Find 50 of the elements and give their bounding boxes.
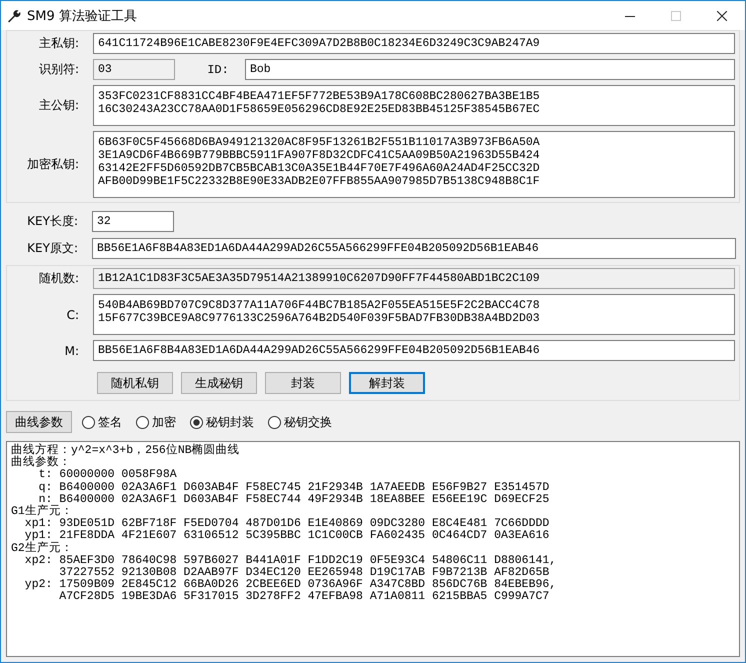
window-title: SM9 算法验证工具 — [27, 8, 137, 24]
input-field[interactable]: BB56E1A6F8B4A83ED1A6DA44A299AD26C55A566299FFE04B205092D56B1EAB46 — [92, 238, 736, 259]
radio-button[interactable] — [82, 416, 95, 428]
field-label: C: — [66, 308, 80, 322]
curve-params-button[interactable]: 曲线参数 — [6, 411, 72, 433]
field-label: ID: — [206, 62, 230, 76]
output-line: n: B6400000 02A3A6F1 D603AB4F F58EC744 49F2934B 18EA8BEE E56EE19C D69ECF25 — [38, 494, 550, 506]
output-line: G2生产元： — [11, 542, 74, 555]
text-area[interactable]: 540B4AB69BD707C9C8D377A11A706F44BC7B185A2F055EA515E5F2C2BACC4C78 15F677C39BCE9A8C9776133C2596A764B2D540F039F5BAD7FB30DB38A4BD2D03 — [93, 294, 735, 335]
output-line: 37227552 92130B08 D2AAB97F D34EC120 EE265948 D19C17AB F9B7213B AF82D65B — [58, 567, 550, 580]
field-label: 随机数: — [38, 270, 80, 287]
output-line: yp1: 21FE8DDA 4F21E607 63106512 5C395BBC 1C1C00CB FA602435 0C464CD7 0A3EA616 — [24, 530, 550, 542]
output-line: 曲线方程：y^2=x^3+b，256位NB椭圆曲线 — [11, 445, 241, 457]
radio-button[interactable] — [190, 416, 203, 428]
wrench-icon — [7, 8, 21, 22]
action-button[interactable]: 随机私钥 — [97, 372, 173, 394]
output-line: xp2: 85AEF3D0 78640C98 597B6027 B441A01F F1DD2C19 0F5E93C4 54806C11 D8806141, — [24, 554, 558, 567]
input-field[interactable]: 32 — [92, 211, 174, 232]
radio-button[interactable] — [268, 416, 281, 428]
field-label: 主公钥: — [38, 97, 80, 114]
radio-label: 秘钥交换 — [284, 414, 332, 430]
field-label: 主私钥: — [38, 35, 80, 52]
field-label: 识别符: — [38, 61, 80, 78]
input-field[interactable]: 03 — [93, 59, 175, 80]
output-line: 曲线参数： — [11, 457, 71, 470]
output-line: q: B6400000 02A3A6F1 D603AB4F F58EC745 21F2934B 1A7AEEDB E56F9B27 E351457D — [38, 482, 550, 494]
output-line: G1生产元： — [11, 506, 73, 518]
text-area[interactable]: 353FC0231CF8831CC4BF4BEA471EF5F772BE53B9A178C608BC280627BA3BE1B5 16C30243A23CC78AA0D1F58659E056296CD8E92E25ED83BB45125F38545B67EC — [93, 85, 735, 126]
text-area[interactable]: BB56E1A6F8B4A83ED1A6DA44A299AD26C55A566299FFE04B205092D56B1EAB46 — [93, 340, 735, 361]
field-label: M: — [64, 344, 80, 358]
action-button[interactable]: 解封装 — [349, 372, 425, 394]
field-label: 加密私钥: — [26, 156, 80, 173]
radio-label: 加密 — [152, 414, 176, 430]
text-area[interactable]: 6B63F0C5F45668D6BA949121320AC8F95F13261B2F551B11017A3B973FB6A50A 3E1A9CD6F4B669B779BBBC5911FA907F8D32CDFC41C5AA09B50A21963D55B424 63142E2FF5D60592DB7CB5BCAB13C0A35E1B44F70E7F496A60A24AD4F25CC32D AFB00D99BE1F5C22332B8E90E33ADB2E07FFB855AA907985D7B5138C948B8C1F — [93, 131, 735, 198]
output-text-area[interactable] — [6, 441, 740, 657]
radio-button[interactable] — [136, 416, 149, 428]
close-icon[interactable] — [717, 10, 727, 20]
radio-label: 签名 — [98, 414, 122, 430]
output-line: yp2: 17509B09 2E845C12 66BA0D26 2CBEE6ED 0736A96F A347C8BD 856DC76B 84EBEB96, — [24, 579, 558, 592]
output-line: A7CF28D5 19BE3DA6 5F317015 3D278FF2 47EFBA98 A71A0811 6215BBA5 C999A7C7 — [58, 591, 550, 604]
output-line: t: 60000000 0058F98A — [38, 469, 178, 482]
text-area[interactable]: 1B12A1C1D83F3C5AE3A35D79514A21389910C6207D90FF7F44580ABD1BC2C109 — [93, 268, 735, 289]
input-field[interactable]: 641C11724B96E1CABE8230F9E4EFC309A7D2B8B0C18234E6D3249C3C9AB247A9 — [93, 33, 735, 54]
action-button[interactable]: 封装 — [265, 372, 341, 394]
action-button[interactable]: 生成秘钥 — [181, 372, 257, 394]
output-line: xp1: 93DE051D 62BF718F F5ED0704 487D01D6 E1E40869 09DC3280 E8C4E481 7C66DDDD — [24, 518, 550, 530]
field-label: KEY长度: — [26, 213, 79, 230]
field-label: KEY原文: — [26, 240, 79, 257]
input-field[interactable]: Bob — [245, 59, 735, 80]
radio-label: 秘钥封装 — [206, 414, 254, 430]
